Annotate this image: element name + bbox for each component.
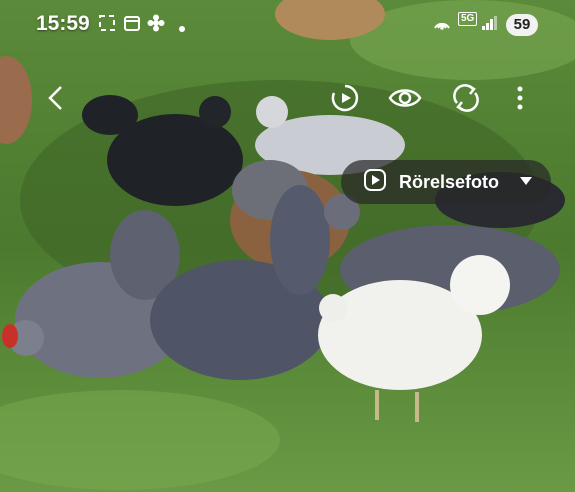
more-vertical-icon: [516, 85, 524, 116]
rotate-button[interactable]: [444, 78, 488, 122]
motion-photo-label: Rörelsefoto: [399, 171, 500, 192]
rotate-icon: [451, 83, 481, 118]
network-5g-label: 5G: [458, 12, 478, 26]
viewer-toolbar: [0, 78, 575, 122]
view-button[interactable]: [383, 78, 427, 122]
calendar-icon: [123, 14, 141, 37]
eye-icon: [388, 86, 422, 115]
signal-icon: [480, 14, 498, 37]
screenshot-icon: [98, 14, 116, 37]
battery-indicator: 59: [506, 14, 538, 36]
status-time: 15:59: [36, 12, 90, 35]
chevron-left-icon: [45, 84, 67, 117]
play-circle-icon: [363, 168, 387, 197]
more-options-button[interactable]: [498, 78, 542, 122]
photo-content: [0, 0, 575, 492]
motion-photo-play-button[interactable]: [323, 78, 367, 122]
notification-dot-icon: [178, 20, 186, 38]
back-button[interactable]: [34, 78, 78, 122]
motion-photo-dropdown[interactable]: Rörelsefoto: [341, 160, 551, 204]
flower-icon: [147, 14, 165, 37]
hotspot-icon: [432, 14, 452, 37]
status-bar: 15:59 5G 59: [0, 0, 575, 50]
caret-down-icon: [519, 173, 533, 191]
motion-play-icon: [330, 83, 360, 118]
